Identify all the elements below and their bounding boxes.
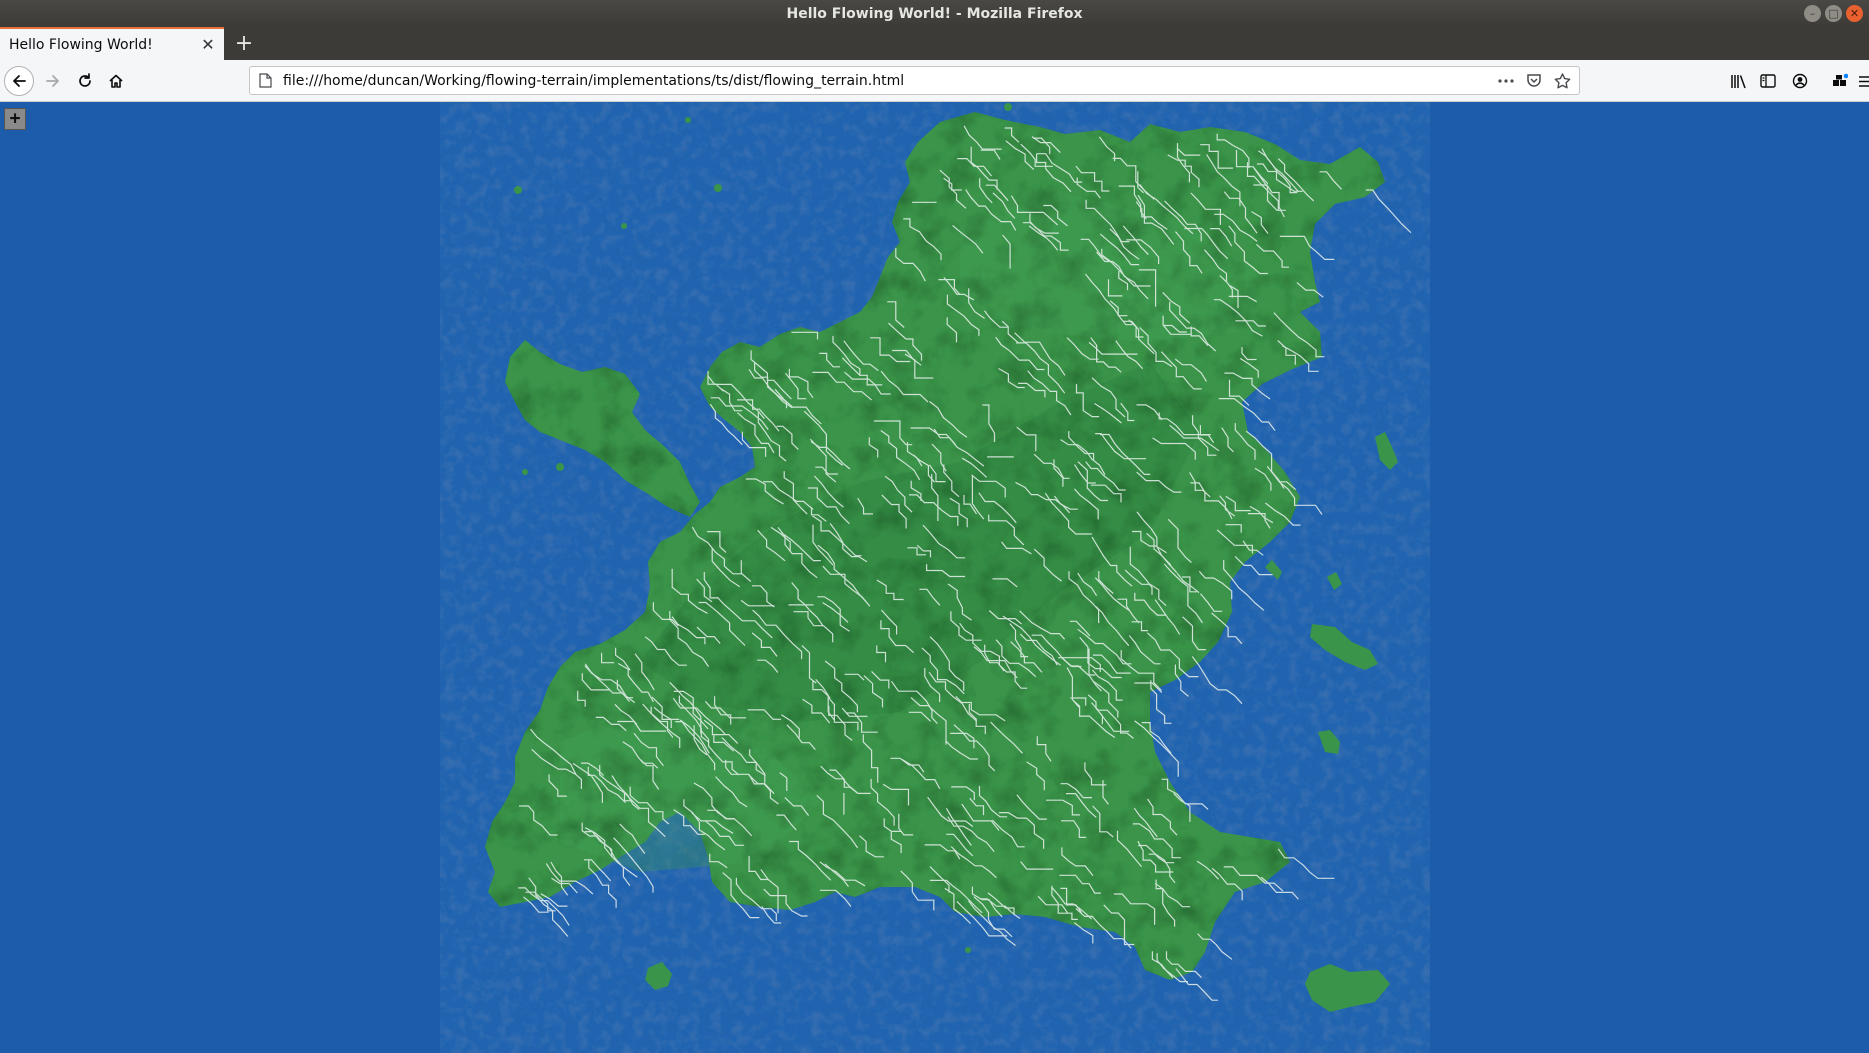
menu-icon[interactable] [1851, 66, 1869, 96]
tab-active[interactable]: Hello Flowing World! ✕ [0, 27, 224, 60]
url-actions [1495, 70, 1573, 92]
page-icon [257, 73, 273, 89]
url-text[interactable]: file:///home/duncan/Working/flowing-terr… [283, 73, 1495, 89]
sidebar-icon[interactable] [1754, 66, 1782, 96]
zoom-in-button[interactable]: + [4, 108, 26, 130]
back-button[interactable] [4, 66, 34, 96]
terrain-map[interactable] [0, 102, 1869, 1053]
home-button[interactable] [101, 66, 131, 96]
forward-button[interactable] [38, 66, 68, 96]
reload-icon [79, 73, 91, 87]
new-tab-button[interactable]: + [230, 30, 258, 58]
more-actions-icon[interactable] [1495, 70, 1517, 92]
library-icon[interactable] [1724, 66, 1752, 96]
back-arrow-icon [13, 75, 26, 87]
tab-close-icon[interactable]: ✕ [198, 35, 218, 54]
window-controls: – □ ✕ [1804, 5, 1863, 22]
forward-arrow-icon [46, 75, 59, 87]
home-icon [109, 74, 123, 88]
window-titlebar: Hello Flowing World! - Mozilla Firefox –… [0, 0, 1869, 27]
maximize-icon[interactable]: □ [1825, 5, 1842, 22]
tab-bar: Hello Flowing World! ✕ + [0, 27, 1869, 60]
account-icon[interactable] [1786, 66, 1814, 96]
terrain-viewport[interactable]: + [0, 102, 1869, 1053]
navigation-toolbar: file:///home/duncan/Working/flowing-terr… [0, 60, 1869, 102]
tab-title: Hello Flowing World! [9, 36, 153, 53]
window-title: Hello Flowing World! - Mozilla Firefox [786, 5, 1083, 22]
close-icon[interactable]: ✕ [1846, 5, 1863, 22]
reload-button[interactable] [70, 66, 100, 96]
pocket-icon[interactable] [1523, 70, 1545, 92]
minimize-icon[interactable]: – [1804, 5, 1821, 22]
star-icon[interactable] [1551, 70, 1573, 92]
url-bar[interactable]: file:///home/duncan/Working/flowing-terr… [249, 66, 1580, 95]
extensions-icon[interactable] [1826, 66, 1854, 96]
